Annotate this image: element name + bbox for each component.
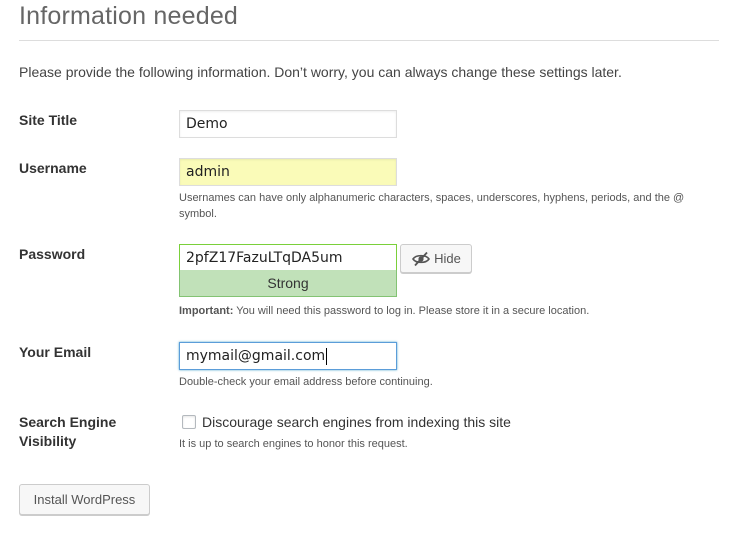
site-title-label: Site Title bbox=[19, 112, 78, 128]
password-help: Important: You will need this password t… bbox=[179, 303, 589, 319]
search-visibility-label-line2: Visibility bbox=[19, 433, 77, 449]
email-input[interactable]: mymail@gmail.com bbox=[179, 342, 397, 370]
username-value: admin bbox=[186, 164, 230, 180]
search-visibility-label: Search Engine Visibility bbox=[19, 413, 116, 451]
password-label: Password bbox=[19, 246, 86, 262]
search-visibility-label-line1: Search Engine bbox=[19, 414, 117, 430]
password-strength-meter: Strong bbox=[179, 270, 397, 297]
intro-text: Please provide the following information… bbox=[19, 64, 622, 80]
site-title-value: Demo bbox=[186, 116, 228, 132]
title-divider bbox=[19, 40, 719, 41]
username-help: Usernames can have only alphanumeric cha… bbox=[179, 192, 685, 220]
eye-slash-icon bbox=[411, 251, 431, 267]
password-value: 2pfZ17FazuLTqDA5um bbox=[186, 250, 343, 266]
hide-password-label: Hide bbox=[434, 251, 461, 266]
email-label: Your Email bbox=[19, 344, 92, 360]
password-help-important: Important: bbox=[179, 305, 234, 317]
page-title: Information needed bbox=[19, 2, 239, 30]
username-input[interactable]: admin bbox=[179, 158, 397, 186]
discourage-search-checkbox[interactable] bbox=[182, 415, 196, 429]
email-value: mymail@gmail.com bbox=[186, 348, 326, 364]
password-help-text: You will need this password to log in. P… bbox=[233, 305, 590, 317]
username-label: Username bbox=[19, 160, 87, 176]
hide-password-button[interactable]: Hide bbox=[400, 244, 472, 273]
site-title-input[interactable]: Demo bbox=[179, 110, 397, 138]
discourage-search-label[interactable]: Discourage search engines from indexing … bbox=[202, 414, 511, 431]
password-input[interactable]: 2pfZ17FazuLTqDA5um bbox=[179, 244, 397, 272]
text-caret bbox=[326, 347, 328, 365]
search-visibility-help: It is up to search engines to honor this… bbox=[179, 438, 408, 450]
install-wordpress-button[interactable]: Install WordPress bbox=[19, 484, 150, 515]
email-help: Double-check your email address before c… bbox=[179, 376, 433, 388]
